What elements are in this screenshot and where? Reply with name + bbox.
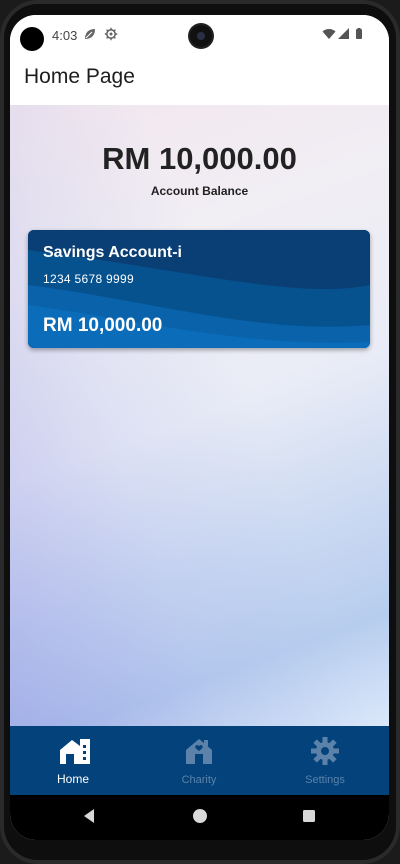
home-button-icon[interactable] <box>192 808 208 824</box>
balance-amount: RM 10,000.00 <box>102 141 297 176</box>
front-camera <box>190 25 212 47</box>
status-time: 4:03 <box>52 28 78 43</box>
signal-icon <box>338 28 349 39</box>
bottom-navigation: Home Charity Settings <box>10 726 389 795</box>
nav-charity-label: Charity <box>181 774 217 786</box>
phone-frame: 4:03 Home Page RM 10,000.00 Account Bala… <box>0 0 400 864</box>
nav-settings[interactable]: Settings <box>262 726 388 795</box>
wifi-icon <box>322 29 336 39</box>
gear-icon <box>311 737 339 765</box>
settings-notification-icon <box>104 27 118 41</box>
screen: 4:03 Home Page RM 10,000.00 Account Bala… <box>10 15 389 840</box>
back-icon[interactable] <box>81 808 97 824</box>
nav-settings-label: Settings <box>305 774 345 786</box>
home-content: RM 10,000.00 Account Balance Savings Acc… <box>10 105 389 727</box>
recents-icon[interactable] <box>301 808 317 824</box>
nav-charity[interactable]: Charity <box>136 726 262 795</box>
leaf-notification-icon <box>85 29 95 39</box>
account-number: 1234 5678 9999 <box>43 272 134 286</box>
home-icon <box>60 739 90 764</box>
nav-home-label: Home <box>56 772 89 786</box>
account-name: Savings Account-i <box>43 244 182 261</box>
status-bar: 4:03 <box>10 15 389 55</box>
page-title: Home Page <box>24 65 135 88</box>
charity-house-icon <box>186 739 212 764</box>
nav-home[interactable]: Home <box>10 726 136 795</box>
app-bar: Home Page <box>10 55 389 105</box>
battery-icon <box>356 28 362 39</box>
front-sensor <box>20 27 44 51</box>
savings-account-card[interactable]: Savings Account-i 1234 5678 9999 RM 10,0… <box>28 230 370 348</box>
balance-label: Account Balance <box>150 184 249 198</box>
account-balance: RM 10,000.00 <box>43 315 163 336</box>
system-navigation-bar <box>10 795 389 840</box>
